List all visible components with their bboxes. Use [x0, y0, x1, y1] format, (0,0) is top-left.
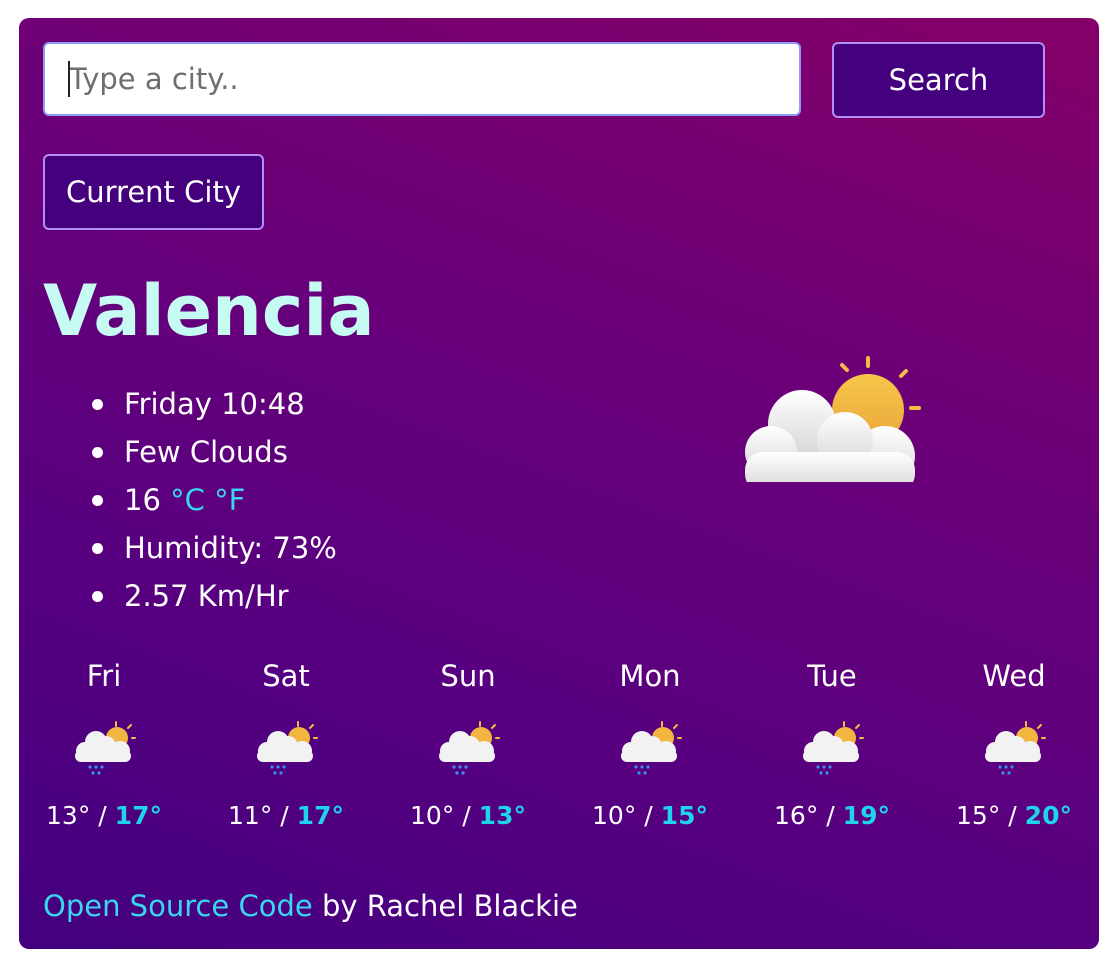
forecast-temps: 10° / 13°: [410, 801, 526, 830]
temperature: 16 °C °F: [79, 476, 337, 524]
rain-cloud-sun-icon: [439, 721, 500, 775]
text-caret: [68, 61, 70, 97]
forecast-min: 15°: [956, 801, 1001, 830]
forecast-max: 13°: [478, 801, 526, 830]
rain-cloud-sun-icon: [75, 721, 136, 775]
wind-speed: 2.57 Km/Hr: [79, 572, 337, 620]
temperature-value: 16: [124, 483, 161, 517]
forecast-temps: 15° / 20°: [956, 801, 1072, 830]
rain-cloud-sun-icon: [803, 721, 864, 775]
forecast-day-name: Mon: [619, 659, 681, 693]
forecast-day: Sat 11° / 17°: [211, 654, 361, 834]
forecast-temps: 16° / 19°: [774, 801, 890, 830]
rain-cloud-sun-icon: [621, 721, 682, 775]
forecast-day: Tue 16° / 19°: [757, 654, 907, 834]
forecast-max: 17°: [296, 801, 344, 830]
forecast-day: Sun 10° / 13°: [393, 654, 543, 834]
forecast-min: 11°: [228, 801, 273, 830]
footer-credit: by Rachel Blackie: [321, 889, 578, 923]
forecast-max: 17°: [114, 801, 162, 830]
date-time: Friday 10:48: [79, 380, 337, 428]
forecast-row: Fri 13° / 17° Sat 11° / 17° Sun 10° / 13…: [19, 654, 1099, 844]
forecast-min: 10°: [592, 801, 637, 830]
forecast-temps: 11° / 17°: [228, 801, 344, 830]
rain-cloud-sun-icon: [257, 721, 318, 775]
few-clouds-icon: [745, 356, 921, 482]
forecast-max: 19°: [842, 801, 890, 830]
forecast-day: Fri 13° / 17°: [29, 654, 179, 834]
forecast-day-name: Fri: [86, 659, 122, 693]
open-source-link[interactable]: Open Source Code: [43, 889, 313, 923]
forecast-max: 15°: [660, 801, 708, 830]
celsius-link[interactable]: °C: [170, 483, 205, 517]
forecast-min: 10°: [410, 801, 455, 830]
forecast-day-name: Tue: [807, 659, 857, 693]
fahrenheit-link[interactable]: °F: [214, 483, 245, 517]
forecast-temps: 13° / 17°: [46, 801, 162, 830]
footer: Open Source Code by Rachel Blackie: [43, 886, 578, 926]
weather-app-card: Search Current City Valencia Friday 10:4…: [19, 18, 1099, 949]
weather-details-list: Friday 10:48 Few Clouds 16 °C °F Humidit…: [79, 380, 337, 620]
forecast-min: 16°: [774, 801, 819, 830]
forecast-day-name: Sun: [440, 659, 496, 693]
search-input[interactable]: [43, 42, 801, 116]
forecast-day: Mon 10° / 15°: [575, 654, 725, 834]
forecast-min: 13°: [46, 801, 91, 830]
forecast-day-name: Wed: [982, 659, 1046, 693]
humidity: Humidity: 73%: [79, 524, 337, 572]
rain-cloud-sun-icon: [985, 721, 1046, 775]
forecast-temps: 10° / 15°: [592, 801, 708, 830]
current-city-button[interactable]: Current City: [43, 154, 264, 230]
city-name: Valencia: [43, 270, 375, 352]
forecast-day: Wed 15° / 20°: [939, 654, 1089, 834]
forecast-max: 20°: [1024, 801, 1072, 830]
search-button[interactable]: Search: [832, 42, 1045, 118]
forecast-day-name: Sat: [262, 659, 310, 693]
weather-description: Few Clouds: [79, 428, 337, 476]
